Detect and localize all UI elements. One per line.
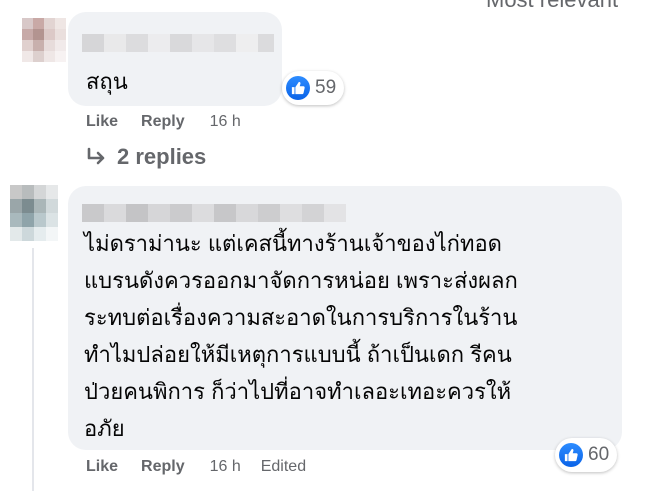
comment-line: ทำไมปล่อยให้มีเหตุการแบบนี้ ถ้าเป็นเดก ร… (84, 342, 512, 367)
avatar[interactable] (10, 185, 58, 241)
reply-arrow-icon (87, 147, 105, 165)
comment-text: สถุน (86, 69, 128, 94)
edited-label[interactable]: Edited (261, 458, 306, 476)
comment-line: แบรนดังควรออกมาจัดการหน่อย เพราะส่งผลก (84, 268, 518, 293)
like-icon (559, 443, 583, 467)
reaction-summary[interactable]: 60 (555, 438, 618, 472)
reaction-summary[interactable]: 59 (282, 71, 345, 105)
reply-button[interactable]: Reply (141, 458, 185, 476)
comment-timestamp[interactable]: 16 h (210, 113, 241, 131)
like-icon (286, 76, 310, 100)
commenter-name[interactable] (82, 204, 346, 222)
like-button[interactable]: Like (86, 113, 118, 131)
replies-label: 2 replies (117, 144, 207, 169)
comment-bubble: ไม่ดราม่านะ แต่เคสนี้ทางร้านเจ้าของไก่ทอ… (68, 186, 622, 450)
like-button[interactable]: Like (86, 458, 118, 476)
reaction-count: 60 (588, 444, 610, 465)
comment-actions: Like Reply 16 h (86, 113, 241, 131)
thread-line (32, 248, 34, 491)
comment-line: ไม่ดราม่านะ แต่เคสนี้ทางร้านเจ้าของไก่ทอ… (84, 231, 502, 256)
comment-line: อภัย (84, 416, 125, 441)
commenter-name[interactable] (82, 34, 274, 52)
comment-actions: Like Reply 16 h Edited (86, 458, 306, 476)
reaction-count: 59 (315, 77, 337, 98)
comment-timestamp[interactable]: 16 h (210, 458, 241, 476)
comment-bubble: สถุน (68, 12, 282, 106)
comment-line: ป่วยคนพิการ ก็ว่าไปที่อาจทำเลอะเทอะควรให… (84, 379, 512, 404)
comment-text: ไม่ดราม่านะ แต่เคสนี้ทางร้านเจ้าของไก่ทอ… (84, 225, 518, 447)
reply-button[interactable]: Reply (141, 113, 185, 131)
comment-line: ระทบต่อเรื่องความสะอาดในการบริการในร้าน (84, 305, 518, 330)
sort-dropdown[interactable]: Most relevant (486, 0, 618, 13)
avatar[interactable] (22, 18, 66, 62)
view-replies-link[interactable]: 2 replies (86, 144, 206, 170)
